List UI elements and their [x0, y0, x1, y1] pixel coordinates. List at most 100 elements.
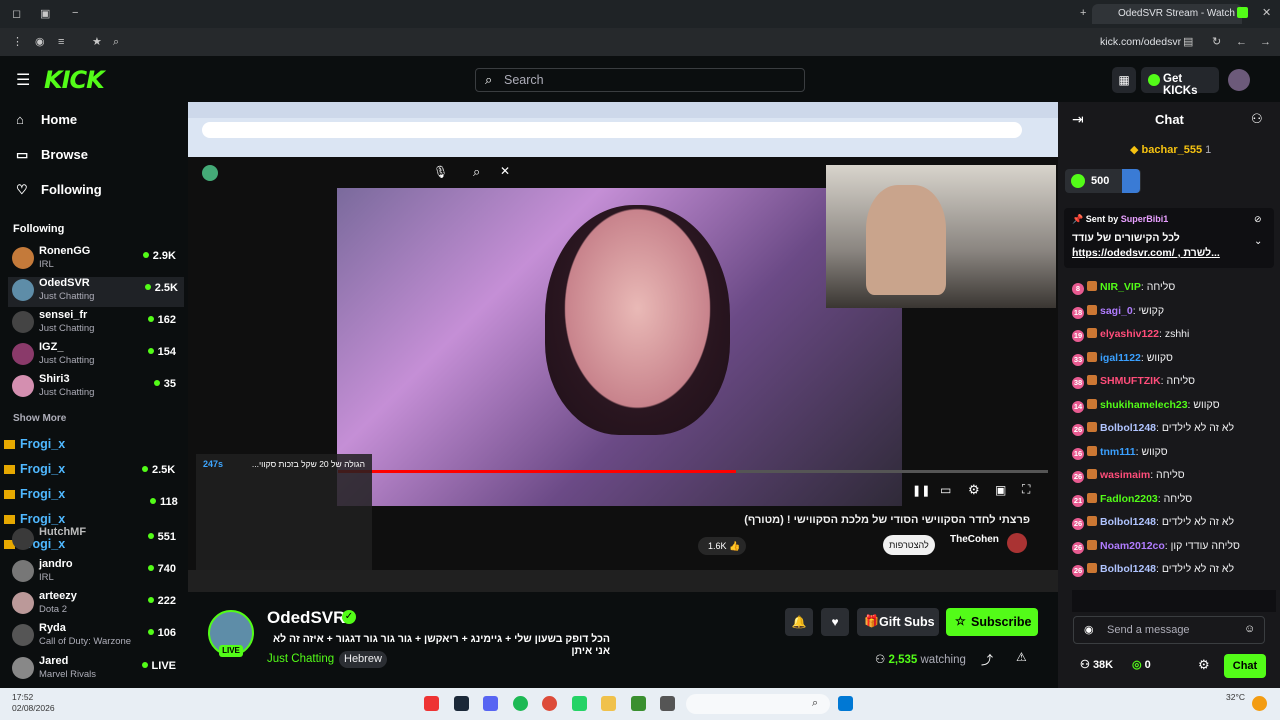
unpin-icon[interactable]: ⊘ — [1254, 214, 1262, 225]
chat-username[interactable]: Bolbol1248 — [1100, 563, 1156, 575]
menu-dots-icon[interactable]: ⋮ — [12, 35, 23, 49]
emoji-icon[interactable]: ☺ — [1244, 623, 1255, 635]
sidebar-channel-igz[interactable]: IGZ_ Just Chatting 154 — [12, 341, 182, 371]
browser-tab-bar: ◻ ▣ − + ✕ OdedSVR Stream - Watch L ✕ — [0, 0, 1280, 28]
library-icon[interactable]: ▦ — [1112, 67, 1136, 93]
badge-icon — [4, 465, 15, 474]
chat-username[interactable]: Noam2012co — [1100, 540, 1165, 552]
emote-bar[interactable] — [1072, 590, 1276, 612]
follow-button[interactable]: ♥ — [821, 608, 849, 636]
nav-browse[interactable]: ▭ Browse — [16, 147, 88, 163]
pause-icon[interactable]: ❚❚ — [912, 484, 930, 497]
chat-username[interactable]: igal1122 — [1100, 352, 1141, 364]
gift-subs-label: Gift Subs — [879, 615, 935, 629]
fullscreen-icon[interactable]: ⛶ — [1022, 482, 1030, 497]
chevron-down-icon[interactable]: ⌄ — [1254, 236, 1262, 247]
tabs-icon[interactable]: ≡ — [58, 35, 64, 49]
chat-message-input[interactable]: ◉ Send a message ☺ — [1073, 616, 1265, 644]
show-more-link[interactable]: Show More — [13, 413, 66, 424]
tab-icon[interactable]: ▣ — [40, 7, 50, 21]
sidebar-channel-hutchmf[interactable]: HutchMF 551 — [12, 526, 182, 556]
sidebar-channel-ryda[interactable]: Ryda Call of Duty: Warzone 106 — [12, 622, 182, 652]
chat-settings-icon[interactable]: ⚙ — [1198, 657, 1210, 673]
yt-panel-title: הגולה של 20 שקל בזכות סקווי... — [251, 459, 365, 469]
emote-picker-icon[interactable]: ◉ — [1084, 623, 1094, 636]
steam-icon[interactable] — [454, 696, 469, 711]
sidebar-channel-jandro[interactable]: jandro IRL 740 — [12, 558, 182, 588]
folder-icon[interactable] — [601, 696, 616, 711]
sidebar-channel-ronengg[interactable]: RonenGG IRL 2.9K — [12, 245, 182, 275]
close-window-icon[interactable]: ✕ — [1262, 6, 1271, 20]
settings-icon[interactable]: ⚙ — [968, 482, 980, 498]
site-info-icon[interactable]: ▤ — [1183, 35, 1193, 49]
category-link[interactable]: Just Chatting — [267, 653, 334, 665]
chat-username[interactable]: sagi_0 — [1100, 305, 1133, 317]
video-inner-browser-chrome — [188, 102, 1058, 157]
language-tag[interactable]: Hebrew — [339, 651, 387, 668]
avatar — [12, 592, 34, 614]
gift-subs-button[interactable]: 🎁 Gift Subs — [857, 608, 939, 636]
star-icon: ☆ — [955, 614, 966, 628]
chrome-icon[interactable] — [542, 696, 557, 711]
chat-username[interactable]: tnm111 — [1100, 446, 1136, 458]
chat-username[interactable]: Fadlon2203 — [1100, 493, 1158, 505]
kick-logo[interactable]: KICK — [44, 66, 105, 94]
sidebar-channel-odedsvr[interactable]: OdedSVR Just Chatting 2.5K — [8, 277, 184, 307]
channel-name: OdedSVR — [39, 277, 90, 289]
chat-username[interactable]: elyashiv122 — [1100, 328, 1159, 340]
taskbar-search[interactable]: ⌕ — [686, 694, 830, 714]
subtitles-icon[interactable]: ▭ — [940, 483, 951, 497]
chat-username[interactable]: Bolbol1248 — [1100, 422, 1156, 434]
user-avatar[interactable] — [1228, 69, 1250, 91]
chat-text: סליחה — [1156, 469, 1185, 481]
minimize-icon[interactable]: − — [72, 6, 78, 20]
hamburger-menu-icon[interactable]: ☰ — [16, 70, 30, 90]
windows-start-icon[interactable] — [838, 696, 853, 711]
chat-users-icon[interactable]: ⚇ — [1251, 111, 1263, 127]
sidebar-channel-shiri3[interactable]: Shiri3 Just Chatting 35 — [12, 373, 182, 403]
bookmark-star-icon[interactable]: ★ — [92, 35, 102, 49]
badge-icon — [1087, 469, 1097, 479]
search-icon[interactable]: ⌕ — [113, 35, 119, 49]
window-menu-icon[interactable]: ◻ — [12, 7, 21, 21]
app-icon[interactable] — [660, 696, 675, 711]
collapse-chat-icon[interactable]: ⇥ — [1072, 111, 1084, 128]
report-icon[interactable]: ⚠ — [1016, 650, 1027, 664]
sidebar-channel-sensei[interactable]: sensei_fr Just Chatting 162 — [12, 309, 182, 339]
sidebar-channel-jared[interactable]: Jared Marvel Rivals LIVE — [12, 655, 182, 685]
sidebar-channel-arteezy[interactable]: arteezy Dota 2 222 — [12, 590, 182, 620]
overlay-user-label: Frogi_x — [20, 462, 66, 476]
chat-username[interactable]: wasimaim — [1100, 469, 1150, 481]
subscribe-button[interactable]: ☆ Subscribe — [946, 608, 1038, 636]
video-progress-bar[interactable] — [338, 470, 1048, 473]
search-input[interactable]: ⌕ Search — [475, 68, 805, 92]
user-points[interactable]: ◎ 0 — [1132, 658, 1151, 671]
spotify-icon[interactable] — [513, 696, 528, 711]
chat-username[interactable]: Bolbol1248 — [1100, 516, 1156, 528]
chat-username[interactable]: shukihamelech23 — [1100, 399, 1188, 411]
get-kicks-button[interactable]: Get KICKs — [1141, 67, 1219, 97]
chat-text: קקושי — [1138, 304, 1165, 317]
notification-bell-button[interactable]: 🔔 — [785, 608, 813, 636]
new-tab-icon[interactable]: + — [1080, 6, 1086, 20]
pinned-line2[interactable]: https://odedsvr.com/ , לשרת... — [1072, 247, 1220, 259]
streamer-name[interactable]: OdedSVR — [267, 608, 345, 628]
chat-username[interactable]: NIR_VIP — [1100, 281, 1141, 293]
reload-icon[interactable]: ↻ — [1212, 35, 1221, 49]
minecraft-icon[interactable] — [631, 696, 646, 711]
shield-icon[interactable]: ◉ — [35, 35, 45, 49]
back-icon[interactable]: ← — [1236, 35, 1247, 49]
send-chat-button[interactable]: Chat — [1224, 654, 1266, 678]
badge-icon — [1087, 516, 1097, 526]
miniplayer-icon[interactable]: ▣ — [995, 483, 1006, 497]
nav-home[interactable]: ⌂ Home — [16, 112, 77, 127]
url-field[interactable]: kick.com/odedsvr — [1100, 36, 1181, 48]
discord-icon[interactable] — [483, 696, 498, 711]
nav-following[interactable]: ♡ Following — [16, 182, 102, 198]
chat-username[interactable]: SHMUFTZIK — [1100, 375, 1161, 387]
whatsapp-icon[interactable] — [572, 696, 587, 711]
app-icon-record[interactable] — [424, 696, 439, 711]
forward-icon[interactable]: → — [1260, 35, 1271, 49]
share-icon[interactable]: ⤴ — [981, 651, 993, 668]
tab-active[interactable]: OdedSVR Stream - Watch L — [1092, 4, 1242, 24]
